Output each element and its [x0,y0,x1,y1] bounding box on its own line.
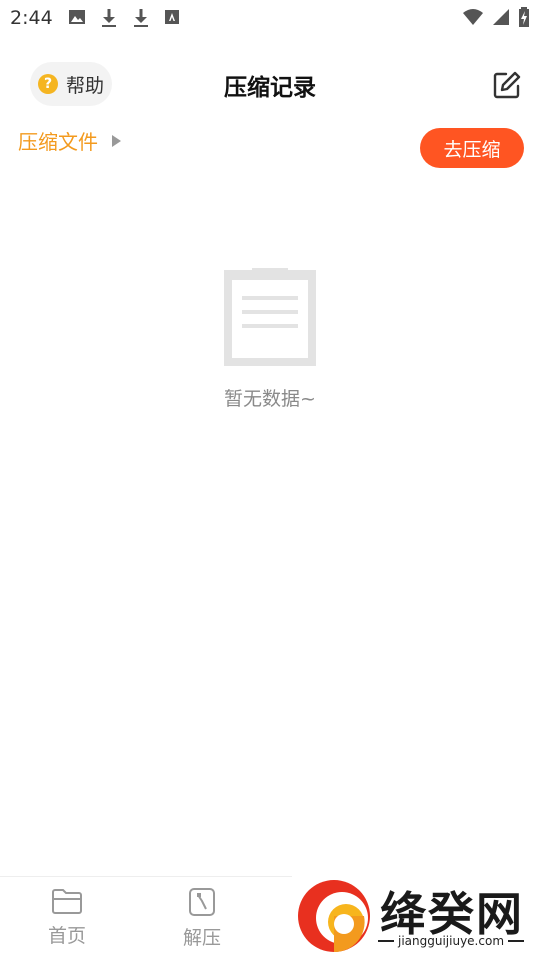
nav-label-home: 首页 [47,925,86,947]
edit-icon[interactable] [492,70,522,100]
dash-line [508,940,525,942]
page-title: 压缩记录 [224,75,316,101]
wifi-icon [463,9,483,25]
download-icon [102,9,116,27]
download-icon [134,9,148,27]
app-header: ? 帮助 压缩记录 [0,56,540,112]
nav-label-unzip: 解压 [182,927,221,949]
watermark-logo [298,880,370,953]
system-icons [462,7,530,27]
signal-icon [493,9,509,25]
empty-state-text: 暂无数据~ [224,388,316,410]
watermark-url-row: jiangguijiuye.com [378,934,525,948]
triangle-right-icon [112,134,121,147]
image-icon [69,10,85,24]
go-compress-button[interactable]: 去压缩 [420,128,524,168]
watermark-url: jiangguijiuye.com [398,934,505,948]
nav-item-unzip[interactable]: 解压 [162,887,242,950]
watermark: 绛癸网 jiangguijiuye.com [292,872,540,960]
font-icon [165,10,179,24]
unzip-icon [189,888,215,916]
nav-item-home[interactable]: 首页 [27,887,107,948]
battery-charging-icon [519,7,529,27]
compress-files-link[interactable]: 压缩文件 [18,126,121,155]
dash-line [378,940,394,942]
clipboard-icon [224,268,316,366]
notification-icons [68,8,180,28]
status-time: 2:44 [10,7,53,29]
compress-files-label: 压缩文件 [18,130,98,154]
status-bar: 2:44 [0,0,540,36]
folder-icon [52,889,82,914]
